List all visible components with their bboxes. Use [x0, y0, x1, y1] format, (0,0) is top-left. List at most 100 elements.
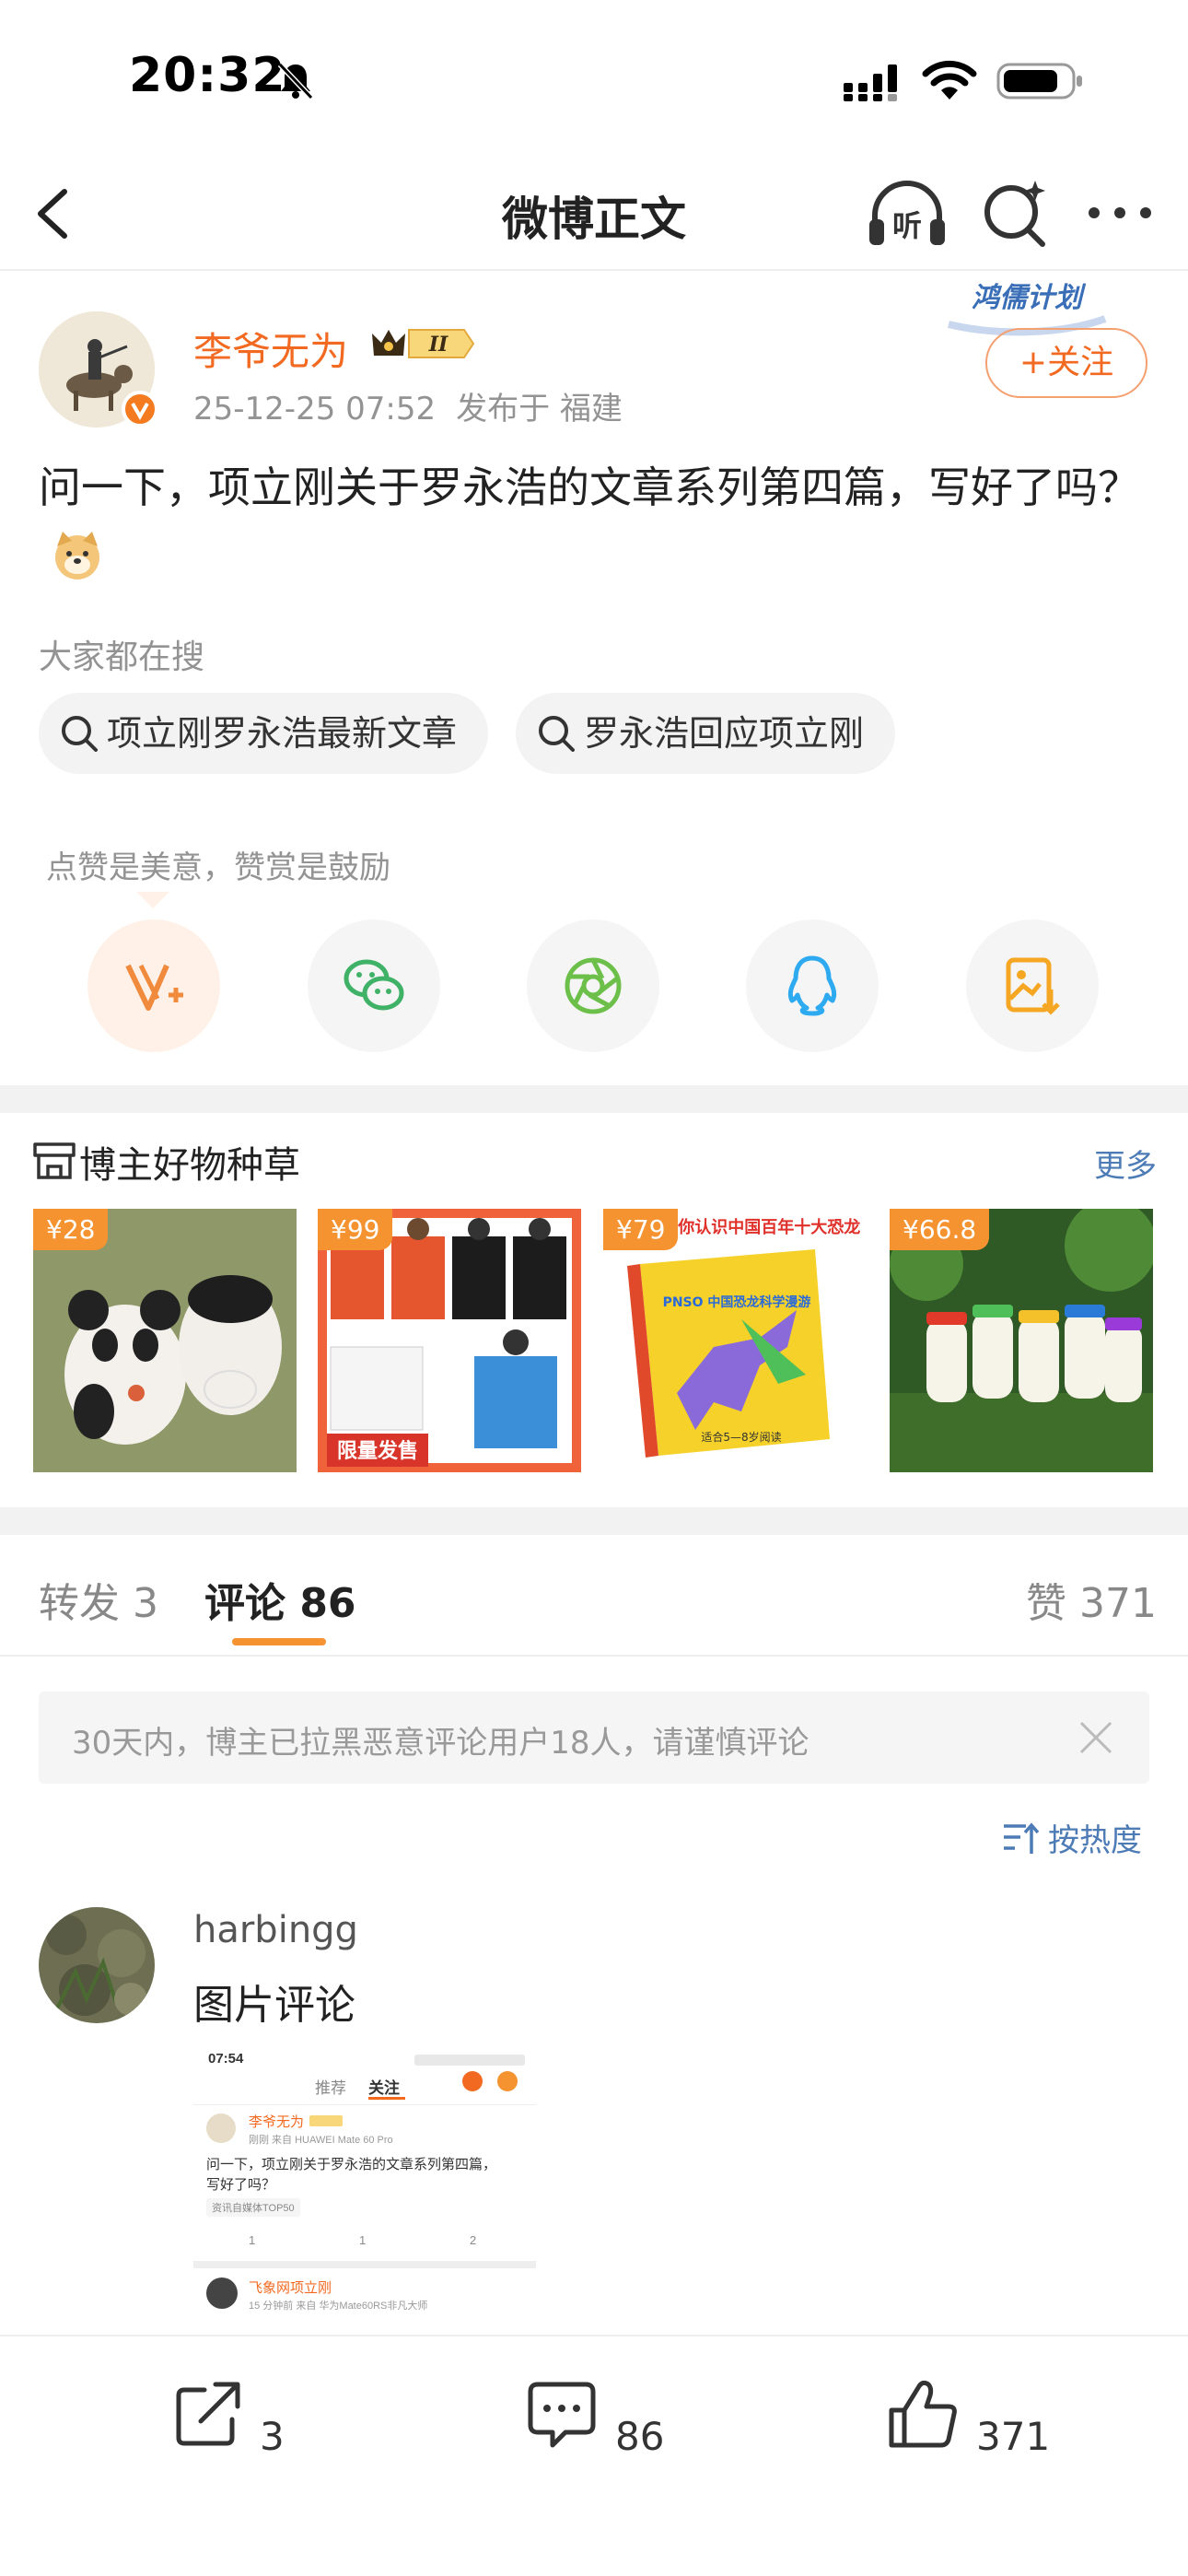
- like-count: 371: [976, 2414, 1051, 2459]
- mini-status-icons: [414, 2055, 525, 2066]
- search-chip[interactable]: 项立刚罗永浩最新文章: [39, 693, 489, 774]
- more-options-icon[interactable]: [1083, 190, 1157, 236]
- bell-muted-icon: [277, 62, 314, 100]
- listen-button[interactable]: 听: [866, 175, 949, 252]
- ai-search-icon[interactable]: [978, 177, 1052, 251]
- commenter-avatar[interactable]: [39, 1907, 155, 2023]
- mini-next-author: 飞象网项立刚: [249, 2280, 332, 2296]
- mini-time: 07:54: [208, 2051, 244, 2067]
- post-date: 25-12-25 07:52: [193, 391, 437, 427]
- section-divider: [0, 1507, 1188, 1535]
- price-tag: ¥99: [318, 1209, 393, 1250]
- post-location: 发布于 福建: [456, 391, 623, 427]
- battery-icon: [996, 63, 1082, 100]
- qq-penguin-icon: [787, 955, 837, 1016]
- mini-avatar: [206, 2113, 236, 2143]
- reward-hint: 点赞是美意，赞赏是鼓励: [46, 849, 390, 886]
- search-icon: [62, 716, 98, 752]
- price-tag: ¥28: [33, 1209, 109, 1250]
- search-chip-label: 罗永浩回应项立刚: [584, 713, 865, 754]
- author-name[interactable]: 李爷无为: [193, 321, 348, 377]
- headphones-icon: 听: [869, 181, 945, 245]
- section-divider: [0, 1085, 1188, 1113]
- goods-item[interactable]: ¥28: [33, 1209, 297, 1472]
- save-image-icon: [1006, 957, 1060, 1015]
- vip-crown-icon: II: [368, 322, 477, 365]
- mini-plus-icon: [497, 2071, 518, 2091]
- goods-item[interactable]: ¥66.8: [890, 1209, 1153, 1472]
- price-tag: ¥79: [603, 1209, 679, 1250]
- tab-divider: [0, 1655, 1188, 1657]
- cellular-signal-icon: [844, 64, 897, 101]
- doge-emoji-icon: [55, 531, 99, 580]
- tab-comments[interactable]: 评论 86: [204, 1570, 356, 1629]
- wifi-icon: [922, 60, 977, 100]
- tab-reposts[interactable]: 转发 3: [39, 1570, 158, 1629]
- book-age-label: 适合5—8岁阅读: [701, 1430, 781, 1444]
- close-icon[interactable]: [1076, 1717, 1116, 1758]
- mini-text-line1: 问一下，项立刚关于罗永浩的文章系列第四篇，: [206, 2157, 497, 2172]
- search-chip-label: 项立刚罗永浩最新文章: [107, 713, 458, 754]
- reward-button[interactable]: [87, 919, 220, 1052]
- navigation-bar: 微博正文 听: [0, 157, 1188, 271]
- thumbs-up-icon: [889, 2380, 957, 2448]
- sort-by-hot[interactable]: 按热度: [1048, 1815, 1142, 1860]
- status-bar: 20:32: [0, 0, 1188, 157]
- wechat-icon: [344, 959, 404, 1011]
- mini-meta: 刚刚 来自 HUAWEI Mate 60 Pro: [249, 2135, 393, 2146]
- mini-text-line2: 写好了吗？: [206, 2177, 276, 2193]
- repost-count: 3: [260, 2414, 285, 2459]
- comment-bubble-icon: [528, 2382, 596, 2448]
- reward-v-plus-icon: [125, 964, 183, 1011]
- comment-count: 86: [615, 2414, 665, 2459]
- post-meta: 25-12-25 07:52 发布于 福建: [193, 383, 623, 428]
- repost-icon: [176, 2382, 240, 2446]
- status-time: 20:32: [129, 48, 286, 103]
- goods-banner: 限量发售: [337, 1439, 418, 1463]
- share-qq-button[interactable]: [746, 919, 879, 1052]
- comment-notice: 30天内，博主已拉黑恶意评论用户18人，请谨慎评论: [39, 1692, 1149, 1784]
- mini-crown-icon: [309, 2115, 343, 2126]
- commenter-avatar-image: [39, 1907, 155, 2023]
- mini-tag: 资讯自媒体TOP50: [206, 2198, 300, 2217]
- moments-aperture-icon: [565, 957, 622, 1014]
- follow-button[interactable]: +关注: [985, 328, 1147, 398]
- listen-label: 听: [892, 208, 922, 243]
- store-icon: [33, 1142, 76, 1179]
- member-level: II: [428, 333, 448, 357]
- save-image-button[interactable]: [966, 919, 1099, 1052]
- post-text: 问一下，项立刚关于罗永浩的文章系列第四篇，写好了吗？: [39, 463, 1140, 512]
- goods-section-title: 博主好物种草: [79, 1144, 300, 1187]
- trending-search-title: 大家都在搜: [39, 638, 205, 676]
- bottom-action-bar: 3 86 371: [0, 2335, 1188, 2576]
- mini-tab-indicator: [368, 2097, 405, 2100]
- commenter-name[interactable]: harbingg: [193, 1909, 358, 1951]
- comment-screenshot-image[interactable]: 07:54 推荐 关注 李爷无为 刚刚 来自 HUAWEI Mate 60 Pr…: [193, 2036, 536, 2331]
- price-tag: ¥66.8: [890, 1209, 990, 1250]
- verified-badge-icon: [122, 391, 158, 427]
- tab-likes[interactable]: 赞 371: [1026, 1570, 1157, 1629]
- mini-tab-follow: 关注: [368, 2079, 400, 2097]
- honghu-program-label: 鸿儒计划: [972, 282, 1082, 314]
- search-chip[interactable]: 罗永浩回应项立刚: [516, 693, 896, 774]
- mini-next-meta: 15 分钟前 来自 华为Mate60RS非凡大师: [249, 2301, 428, 2312]
- goods-more-link[interactable]: 更多: [1094, 1141, 1157, 1186]
- search-icon: [539, 716, 575, 752]
- share-moments-button[interactable]: [527, 919, 659, 1052]
- mini-red-packet-icon: [462, 2071, 483, 2091]
- goods-item[interactable]: 限量发售 ¥99: [318, 1209, 581, 1472]
- goods-item[interactable]: PNSO带你认识中国百年十大恐龙 PNSO 中国恐龙科学漫游 适合5—8岁阅读 …: [603, 1209, 867, 1472]
- mini-like-count: 2: [470, 2233, 477, 2247]
- mini-repost-count: 1: [249, 2233, 256, 2247]
- notice-text: 30天内，博主已拉黑恶意评论用户18人，请谨慎评论: [72, 1725, 809, 1762]
- post-content: 问一下，项立刚关于罗永浩的文章系列第四篇，写好了吗？: [39, 455, 1153, 584]
- mini-comment-count: 1: [359, 2233, 367, 2247]
- book-subtitle: PNSO 中国恐龙科学漫游: [663, 1294, 811, 1310]
- comment-text: 图片评论: [193, 1982, 355, 2029]
- active-tab-indicator: [232, 1638, 326, 1645]
- sort-icon[interactable]: [1002, 1821, 1039, 1856]
- mini-tab-recommend: 推荐: [315, 2079, 346, 2097]
- share-wechat-button[interactable]: [308, 919, 440, 1052]
- mini-author: 李爷无为: [249, 2114, 305, 2130]
- tooltip-pointer: [136, 892, 169, 908]
